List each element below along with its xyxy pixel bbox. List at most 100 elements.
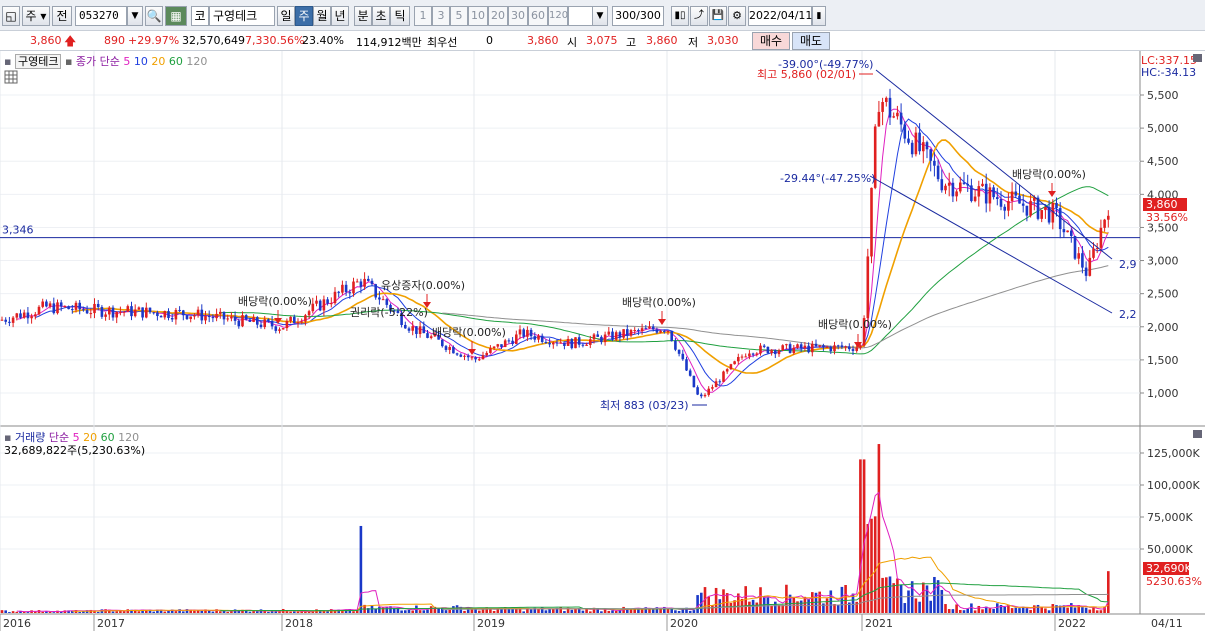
code-dropdown-icon[interactable]: ▼ — [127, 6, 143, 26]
sell-button[interactable]: 매도 — [792, 32, 830, 50]
volume-bar — [78, 611, 81, 613]
period-second[interactable]: 초 — [372, 6, 390, 26]
gear-icon[interactable]: ⚙ — [728, 6, 746, 26]
candle-body — [825, 346, 829, 348]
candle-settings-icon[interactable]: ▮▯ — [671, 6, 689, 26]
candle-body — [241, 315, 244, 327]
candle-body — [577, 337, 581, 345]
volume-bar — [866, 524, 870, 613]
bar-count-field[interactable]: 300/300 — [612, 6, 664, 26]
ma-60-label[interactable]: 60 — [169, 55, 183, 68]
ma-5-label[interactable]: 5 — [123, 55, 130, 68]
volume-bar — [1095, 610, 1099, 613]
search-icon[interactable]: 🔍 — [145, 6, 163, 26]
candle-body — [674, 340, 677, 350]
candle-body — [1055, 202, 1058, 209]
candle-body — [145, 307, 148, 318]
volume-panel-maximize-icon[interactable] — [1193, 430, 1202, 438]
candle-body — [718, 381, 722, 383]
volume-bar — [977, 605, 981, 613]
candle-body — [285, 320, 289, 329]
volume-bar — [966, 608, 969, 613]
date-field[interactable]: 2022/04/11 — [748, 6, 812, 26]
ma-10-label[interactable]: 10 — [134, 55, 148, 68]
date-picker-icon[interactable]: ▮ — [812, 6, 826, 26]
candle-body — [341, 284, 344, 293]
ma-120-label[interactable]: 120 — [186, 55, 207, 68]
stock-code-input[interactable]: 053270 — [75, 6, 127, 26]
volume-bar — [1010, 608, 1014, 613]
indicator-icon[interactable]: ⤴ — [690, 6, 708, 26]
stock-chart-svg[interactable]: 1,0001,5002,0002,5003,0003,5004,0004,500… — [0, 51, 1205, 631]
prev-button[interactable]: 전 — [52, 6, 72, 26]
min-10[interactable]: 10 — [468, 6, 488, 26]
candle-body — [681, 353, 685, 360]
candle-body — [544, 341, 548, 343]
candle-body — [552, 342, 555, 345]
candle-body — [992, 187, 995, 198]
volume-bar — [45, 611, 48, 613]
min-1[interactable]: 1 — [414, 6, 432, 26]
volume-bar — [992, 608, 995, 613]
period-month[interactable]: 월 — [313, 6, 331, 26]
volume-bar — [781, 605, 784, 613]
x-tick-label: 2021 — [865, 617, 893, 630]
annotation-high: 최고 5,860 (02/01) — [757, 68, 856, 81]
volume-bar — [196, 610, 200, 613]
min-20[interactable]: 20 — [488, 6, 508, 26]
price-legend-series[interactable]: 종가 단순 — [76, 55, 120, 68]
candle-body — [126, 306, 130, 312]
volume-bar — [26, 612, 30, 613]
candle-body — [1066, 230, 1069, 233]
period-day[interactable]: 일 — [277, 6, 295, 26]
volume-bar — [492, 610, 496, 613]
min-60[interactable]: 60 — [528, 6, 548, 26]
candle-body — [492, 346, 496, 349]
min-3[interactable]: 3 — [432, 6, 450, 26]
period-year[interactable]: 년 — [331, 6, 349, 26]
chart-area[interactable]: 1,000 1,500 2,000 2,500 3,000 3,500 4,000 4,500… — [0, 51, 1205, 631]
min-5[interactable]: 5 — [450, 6, 468, 26]
candle-body — [219, 311, 222, 314]
candle-body — [822, 345, 825, 347]
volume-bar — [600, 611, 603, 613]
candle-body — [196, 309, 200, 316]
high-value: 3,860 — [646, 34, 678, 47]
volume-bar — [0, 610, 4, 613]
candle-body — [1099, 227, 1103, 248]
candle-body — [500, 344, 503, 348]
candle-body — [348, 292, 352, 294]
volume-bar — [918, 601, 921, 613]
candle-body — [729, 364, 733, 370]
period-week[interactable]: 주 — [295, 6, 313, 26]
candle-body — [174, 309, 178, 320]
volume-axis: 125,000K 100,000K 75,000K 50,000K — [1140, 447, 1200, 556]
candle-body — [940, 179, 944, 191]
volume-bar — [674, 610, 677, 613]
candle-body — [910, 142, 914, 155]
volume-bar — [559, 607, 562, 613]
period-tick[interactable]: 틱 — [390, 6, 410, 26]
price-panel-maximize-icon[interactable] — [1193, 54, 1202, 62]
candle-body — [359, 281, 363, 287]
min-30[interactable]: 30 — [508, 6, 528, 26]
custom-period-dropdown-icon[interactable]: ▼ — [592, 6, 608, 26]
volume-bar — [252, 611, 255, 613]
chart-menu-icon[interactable]: ◱ — [2, 6, 20, 26]
candle-body — [337, 291, 340, 293]
volume-bar — [766, 597, 770, 613]
market-select[interactable]: 주 ▾ — [22, 6, 50, 26]
price-legend-name[interactable]: 구영테크 — [14, 54, 62, 69]
candle-body — [885, 97, 888, 103]
volume-bar — [881, 577, 884, 613]
chart-type-icon[interactable]: ▦ — [165, 6, 187, 26]
grid-table-icon[interactable] — [4, 70, 18, 84]
save-icon[interactable]: 💾 — [709, 6, 727, 26]
stock-name-field[interactable]: 구영테크 — [209, 6, 275, 26]
volume-bar — [896, 578, 899, 613]
buy-button[interactable]: 매수 — [752, 32, 790, 50]
min-120[interactable]: 120 — [548, 6, 568, 26]
period-minute[interactable]: 분 — [354, 6, 372, 26]
ma-20-label[interactable]: 20 — [151, 55, 165, 68]
volume-bar — [544, 610, 548, 613]
